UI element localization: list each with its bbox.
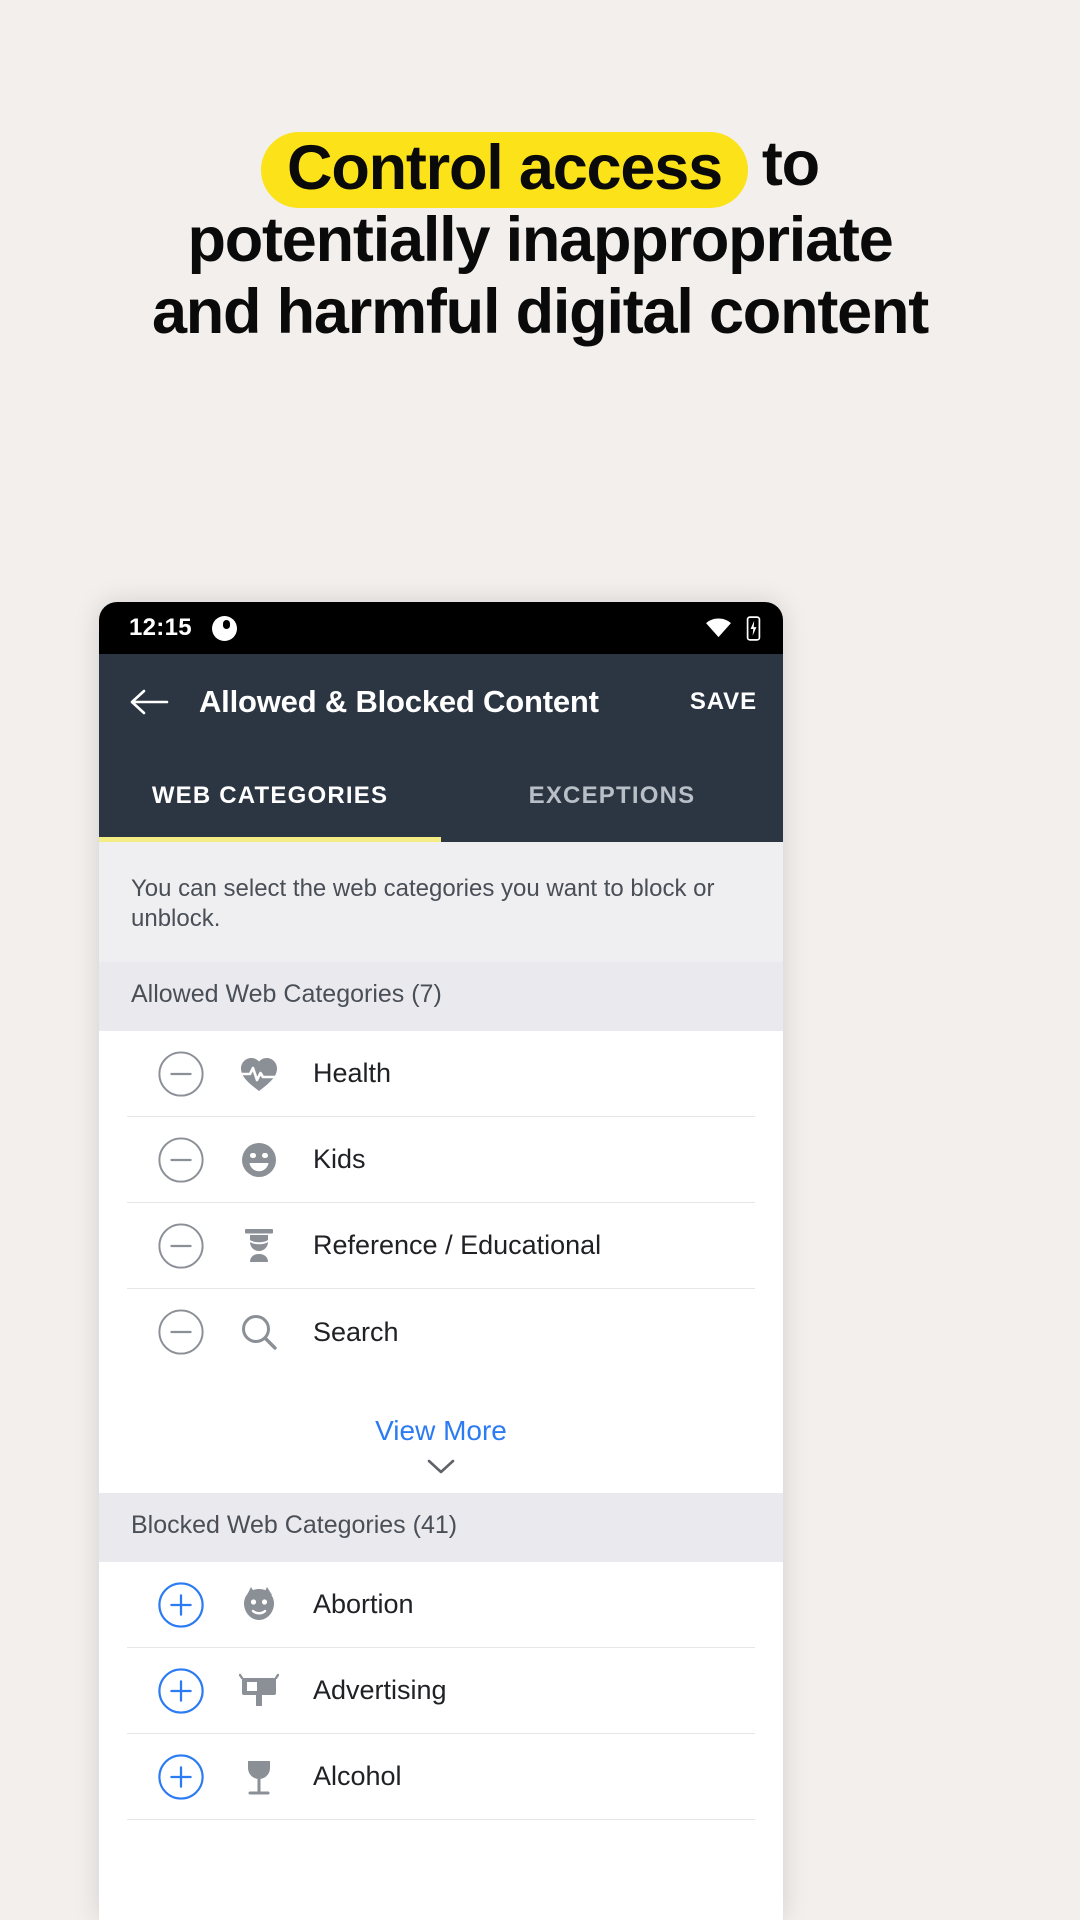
minus-circle-icon[interactable]	[157, 1136, 205, 1184]
minus-circle-icon[interactable]	[157, 1308, 205, 1356]
tab-web-categories[interactable]: WEB CATEGORIES	[99, 750, 441, 842]
battery-icon	[746, 615, 761, 641]
abortion-icon	[237, 1583, 281, 1627]
list-item[interactable]: Advertising	[127, 1648, 755, 1734]
view-more-button[interactable]: View More	[99, 1375, 783, 1493]
list-item-label: Reference / Educational	[313, 1230, 602, 1260]
billboard-icon	[237, 1669, 281, 1713]
tab-bar: WEB CATEGORIES EXCEPTIONS	[99, 750, 783, 842]
list-item[interactable]: Alcohol	[127, 1734, 755, 1820]
blocked-categories-list: Abortion Advertising Alcohol	[99, 1562, 783, 1820]
status-bar: 12:15	[99, 602, 783, 654]
allowed-section-header: Allowed Web Categories (7)	[99, 962, 783, 1031]
plus-circle-icon[interactable]	[157, 1581, 205, 1629]
list-item[interactable]: Abortion	[127, 1562, 755, 1648]
tab-exceptions[interactable]: EXCEPTIONS	[441, 750, 783, 842]
plus-circle-icon[interactable]	[157, 1667, 205, 1715]
phone-mockup: 12:15 Allowed & Blocked Content SAVE WEB…	[99, 602, 783, 1920]
allowed-categories-list: Health Kids Reference / Educational Sear…	[99, 1031, 783, 1375]
wine-glass-icon	[237, 1755, 281, 1799]
list-item[interactable]: Reference / Educational	[127, 1203, 755, 1289]
smiley-face-icon	[237, 1138, 281, 1182]
list-item-label: Kids	[313, 1144, 366, 1174]
graduation-cap-icon	[237, 1224, 281, 1268]
chevron-down-icon	[427, 1459, 455, 1474]
status-bar-time: 12:15	[129, 614, 192, 641]
headline-line-3: and harmful digital content	[151, 277, 929, 347]
list-item[interactable]: Search	[127, 1289, 755, 1375]
heart-pulse-icon	[237, 1052, 281, 1096]
magnifier-icon	[237, 1310, 281, 1354]
save-button[interactable]: SAVE	[690, 688, 757, 716]
headline-line-1: Control access to	[40, 128, 1040, 208]
list-item-label: Advertising	[313, 1675, 447, 1705]
list-item-label: Search	[313, 1316, 399, 1347]
minus-circle-icon[interactable]	[157, 1222, 205, 1270]
circle-notification-icon	[211, 615, 237, 641]
promo-page: Control access to potentially inappropria…	[0, 0, 1080, 1920]
headline-line-1-rest: to	[761, 129, 820, 199]
list-item[interactable]: Kids	[127, 1117, 755, 1203]
promo-headline: Control access to potentially inappropria…	[0, 128, 1080, 348]
list-item-label: Health	[313, 1058, 392, 1088]
plus-circle-icon[interactable]	[157, 1753, 205, 1801]
headline-highlight: Control access	[261, 132, 748, 208]
app-bar: Allowed & Blocked Content SAVE	[99, 654, 783, 750]
view-more-label: View More	[375, 1415, 507, 1446]
wifi-icon	[706, 618, 731, 638]
back-arrow-icon[interactable]	[129, 686, 169, 718]
list-item[interactable]: Health	[127, 1031, 755, 1117]
headline-line-2: potentially inappropriate	[187, 205, 893, 275]
blocked-section-header: Blocked Web Categories (41)	[99, 1493, 783, 1562]
list-item-label: Alcohol	[313, 1761, 402, 1791]
page-title: Allowed & Blocked Content	[199, 684, 599, 719]
status-bar-icons	[705, 615, 761, 641]
minus-circle-icon[interactable]	[157, 1050, 205, 1098]
content-area: You can select the web categories you wa…	[99, 842, 783, 1820]
description-text: You can select the web categories you wa…	[99, 842, 783, 962]
list-item-label: Abortion	[313, 1589, 414, 1619]
tab-active-indicator	[99, 837, 441, 842]
